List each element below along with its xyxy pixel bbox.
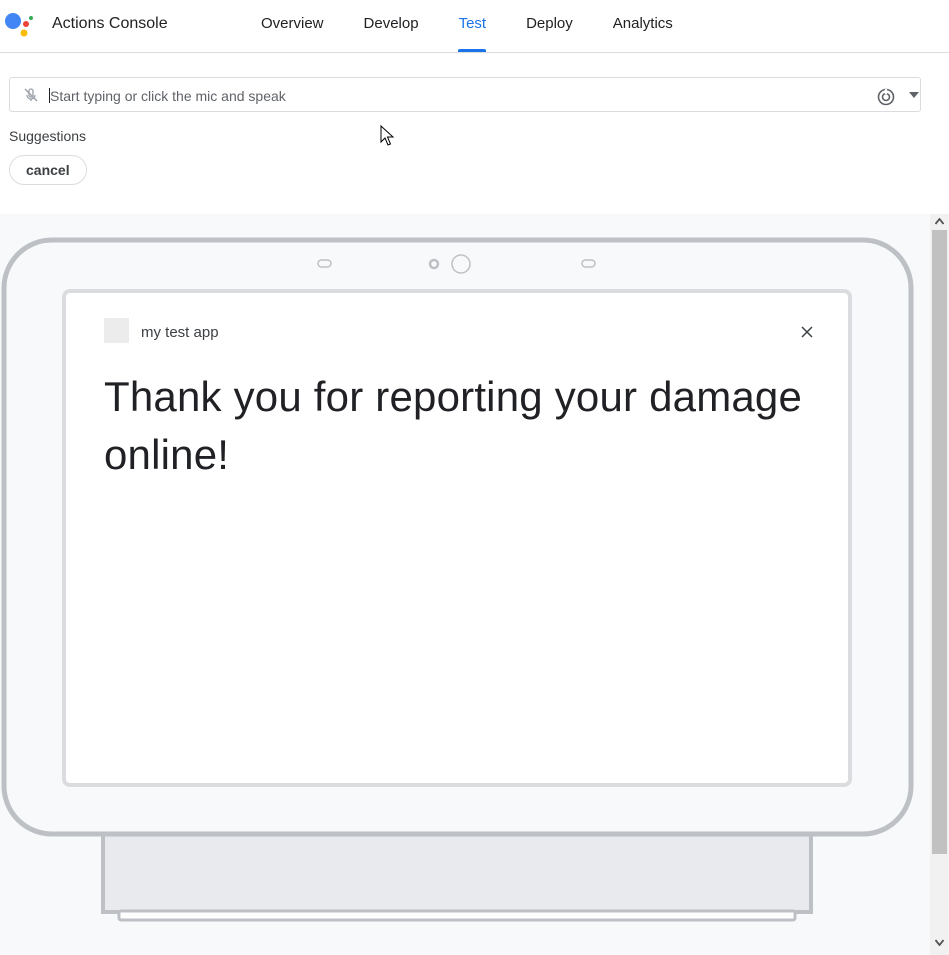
app-name: my test app — [141, 324, 219, 341]
tab-deploy[interactable]: Deploy — [506, 0, 593, 52]
assistant-icon[interactable] — [877, 88, 895, 106]
main-nav: Overview Develop Test Deploy Analytics — [241, 0, 693, 52]
vertical-scrollbar[interactable] — [930, 214, 949, 955]
tab-test[interactable]: Test — [439, 0, 507, 52]
close-icon[interactable] — [800, 325, 814, 339]
suggestions-label: Suggestions — [9, 128, 87, 144]
device-simulator: my test app Thank you for reporting your… — [0, 214, 930, 955]
app-title: Actions Console — [52, 15, 168, 32]
mouse-pointer-icon — [380, 125, 394, 146]
tab-overview[interactable]: Overview — [241, 0, 344, 52]
scrollbar-thumb[interactable] — [932, 230, 947, 854]
query-input-box — [9, 77, 921, 112]
google-assistant-logo-icon[interactable] — [4, 11, 34, 37]
tab-develop[interactable]: Develop — [344, 0, 439, 52]
suggestion-chip-cancel[interactable]: cancel — [9, 155, 87, 185]
query-input[interactable] — [48, 82, 832, 109]
assistant-response: Thank you for reporting your damage onli… — [104, 373, 803, 478]
mic-off-icon[interactable] — [23, 87, 39, 103]
device-screen: my test app Thank you for reporting your… — [68, 295, 846, 781]
scroll-down-arrow-icon[interactable] — [935, 939, 944, 946]
scroll-up-arrow-icon[interactable] — [935, 218, 944, 225]
tab-analytics[interactable]: Analytics — [593, 0, 693, 52]
top-bar: Actions Console Overview Develop Test De… — [0, 0, 949, 53]
chevron-down-icon[interactable] — [909, 92, 919, 98]
text-cursor — [49, 88, 50, 103]
app-avatar — [104, 318, 129, 343]
